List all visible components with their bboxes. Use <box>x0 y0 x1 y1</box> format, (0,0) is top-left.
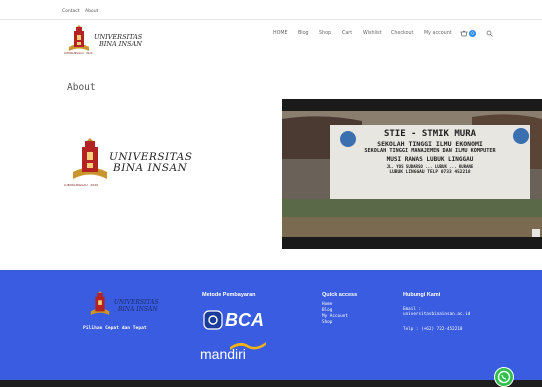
mandiri-logo: mandiri <box>200 338 270 364</box>
nav-item-checkout[interactable]: Checkout <box>391 31 413 36</box>
page-title: About <box>67 82 96 93</box>
footer-email-value[interactable]: universitasbinainsan.ac.id <box>403 312 493 317</box>
campus-sign-text: STIE - STMIK MURA SEKOLAH TINGGI ILMU EK… <box>340 129 520 176</box>
whatsapp-button[interactable] <box>494 367 514 387</box>
search-icon[interactable] <box>486 30 493 37</box>
bca-emblem-icon <box>203 310 223 330</box>
nav-item-cart[interactable]: Cart <box>342 31 352 36</box>
footer-logo-name: UNIVERSITAS BINA INSAN <box>114 299 159 313</box>
nav-item-home[interactable]: HOME <box>273 31 288 36</box>
sign-line-2: SEKOLAH TINGGI ILMU EKONOMI <box>377 140 483 148</box>
footer-quick-heading: Quick access <box>322 292 358 298</box>
footer-slogan: Pilihan Cepat dan Tepat <box>83 326 147 331</box>
logo-name: UNIVERSITAS BINA INSAN <box>94 34 142 48</box>
footer-logo-line2: BINA INSAN <box>118 305 158 313</box>
sign-line-4: MUSI RAWAS LUBUK LINGGAU <box>386 155 474 163</box>
campus-photo: STIE - STMIK MURA SEKOLAH TINGGI ILMU EK… <box>282 99 542 249</box>
topbar-link-contact[interactable]: Contact <box>62 9 80 14</box>
footer-link-shop[interactable]: Shop <box>322 320 348 326</box>
nav-item-my-account[interactable]: My account <box>424 31 452 36</box>
footer-contact-email: Email : universitasbinainsan.ac.id <box>403 307 493 317</box>
whatsapp-icon <box>497 370 511 384</box>
university-tower-icon <box>69 25 89 51</box>
topbar-link-about[interactable]: About <box>85 9 98 14</box>
university-tower-icon <box>90 291 110 316</box>
bca-label: BCA <box>225 310 264 330</box>
about-logo-line2: BINA INSAN <box>113 162 188 174</box>
mandiri-label: mandiri <box>200 346 246 362</box>
sign-line-3: SEKOLAH TINGGI MANAJEMEN DAN ILMU KOMPUT… <box>364 148 496 154</box>
footer-logo[interactable]: UNIVERSITAS BINA INSAN <box>88 290 178 322</box>
footer-payment-heading: Metode Pembayaran <box>202 292 256 298</box>
footer-contact-heading: Hubungi Kami <box>403 292 441 298</box>
sign-line-1: STIE - STMIK MURA <box>383 129 477 139</box>
footer-quick-links: Home Blog My Account Shop <box>322 302 348 326</box>
about-logo-name: UNIVERSITAS BINA INSAN <box>109 152 192 174</box>
cart-icon[interactable] <box>460 30 468 37</box>
about-logo-tagline: LUBUKLINGGAU · 2020 <box>64 183 99 187</box>
sign-line-6: LUBUK LINGGAU TELP 0733 452218 <box>389 169 471 175</box>
bottom-bar <box>0 380 542 387</box>
site-footer <box>0 270 542 380</box>
university-tower-icon <box>73 138 107 179</box>
logo-name-line2: BINA INSAN <box>99 40 142 48</box>
bca-logo: BCA <box>203 309 269 331</box>
footer-contact-phone: Telp : (+62) 722-452218 <box>403 327 463 332</box>
nav-item-wishlist[interactable]: Wishlist <box>363 31 382 36</box>
nav-item-shop[interactable]: Shop <box>319 31 331 36</box>
about-logo: UNIVERSITAS BINA INSAN LUBUKLINGGAU · 20… <box>64 138 204 190</box>
page: Contact About UNIVERSITAS BINA INSAN LUB… <box>0 0 542 387</box>
logo-tagline: LUBUKLINGGAU · 2020 <box>64 52 93 55</box>
nav-item-blog[interactable]: Blog <box>298 31 309 36</box>
cart-count-badge[interactable]: 0 <box>469 30 476 37</box>
top-bar: Contact About <box>0 0 542 20</box>
site-logo[interactable]: UNIVERSITAS BINA INSAN LUBUKLINGGAU · 20… <box>64 25 159 57</box>
